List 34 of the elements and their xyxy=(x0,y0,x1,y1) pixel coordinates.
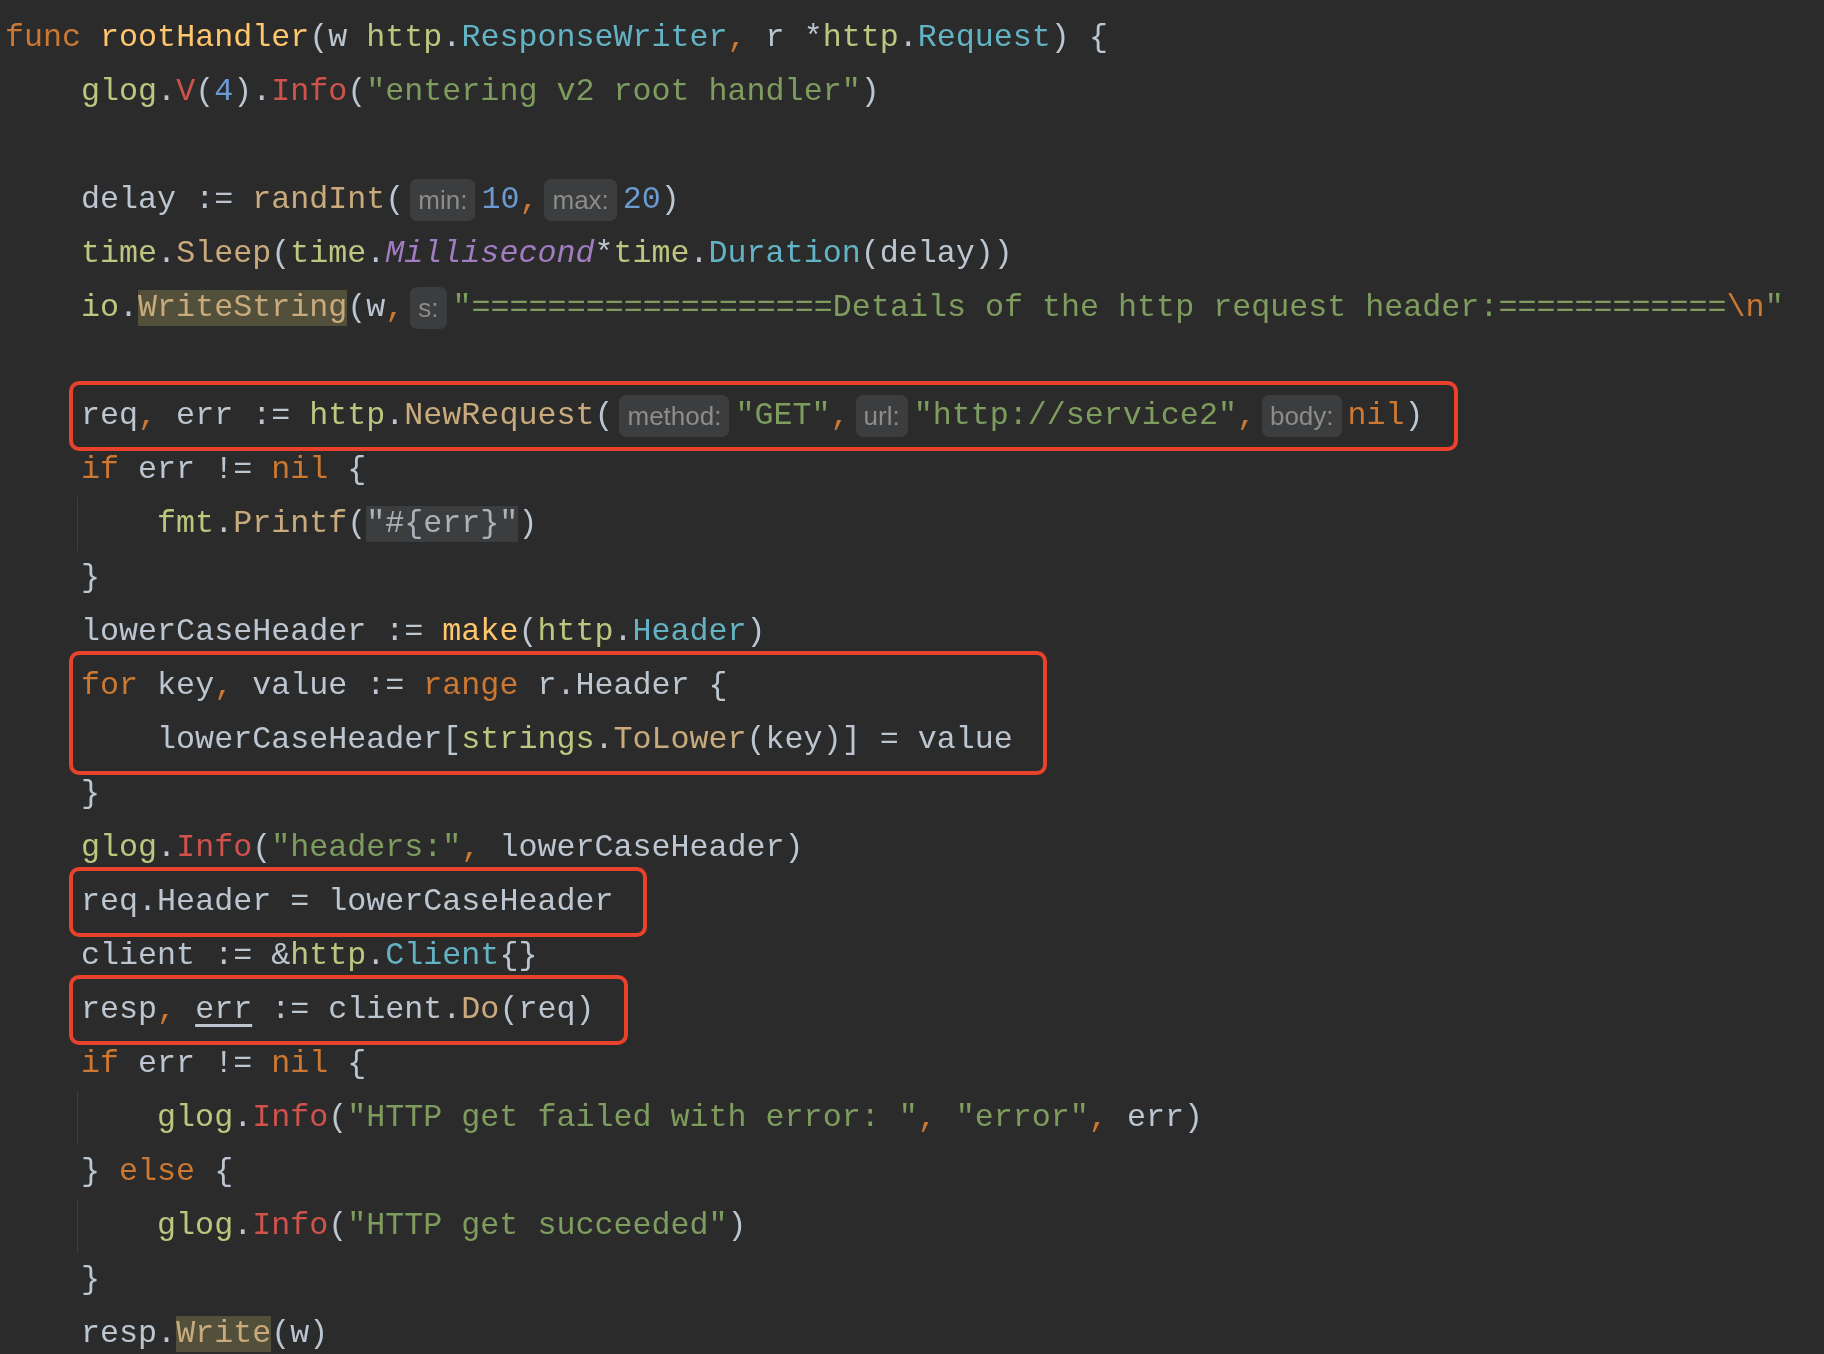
code-text: glog.Info("HTTP get failed with error: ", "error", err) xyxy=(157,1100,1203,1136)
inlay-hint: method: xyxy=(619,394,730,437)
code-text: resp.Write(w) xyxy=(81,1316,329,1352)
code-text: nil) xyxy=(1347,398,1424,434)
code-text: if err != nil { xyxy=(81,452,367,488)
code-text: lowerCaseHeader := make(http.Header) xyxy=(81,614,766,650)
code-text: } xyxy=(81,1262,101,1298)
code-text: resp, err := client.Do(req) xyxy=(81,992,595,1028)
inlay-hint: min: xyxy=(410,178,476,221)
code-text: client := &http.Client{} xyxy=(81,938,538,974)
code-text: func rootHandler(w http.ResponseWriter, r *http.Request) { xyxy=(5,20,1108,56)
code-text: for key, value := range r.Header { xyxy=(81,668,728,704)
inlay-hint: url: xyxy=(855,394,908,437)
code-text: req.Header = lowerCaseHeader xyxy=(81,884,614,920)
code-text: time.Sleep(time.Millisecond*time.Duration(delay)) xyxy=(81,236,1013,272)
code-text: glog.Info("HTTP get succeeded") xyxy=(157,1208,747,1244)
code-text: if err != nil { xyxy=(81,1046,367,1082)
code-text: 20) xyxy=(622,182,680,218)
code-text: delay := randInt( xyxy=(81,182,405,218)
code-text: } xyxy=(81,776,101,812)
inlay-hint: body: xyxy=(1261,394,1342,437)
code-text: "===================Details of the http request header:============\n" xyxy=(452,290,1784,326)
code-text: 10, xyxy=(481,182,539,218)
code-text: "GET", xyxy=(735,398,850,434)
inlay-hint: max: xyxy=(544,178,617,221)
code-text: lowerCaseHeader[strings.ToLower(key)] = value xyxy=(157,722,1013,758)
code-text: } else { xyxy=(81,1154,234,1190)
code-text: glog.Info("headers:", lowerCaseHeader) xyxy=(81,830,804,866)
code-text: req, err := http.NewRequest( xyxy=(81,398,614,434)
code-text: } xyxy=(81,560,101,596)
code-text: glog.V(4).Info("entering v2 root handler") xyxy=(81,74,880,110)
code-text: "http://service2", xyxy=(913,398,1256,434)
inlay-hint: s: xyxy=(410,286,447,329)
code-text: fmt.Printf("#{err}") xyxy=(157,506,538,542)
